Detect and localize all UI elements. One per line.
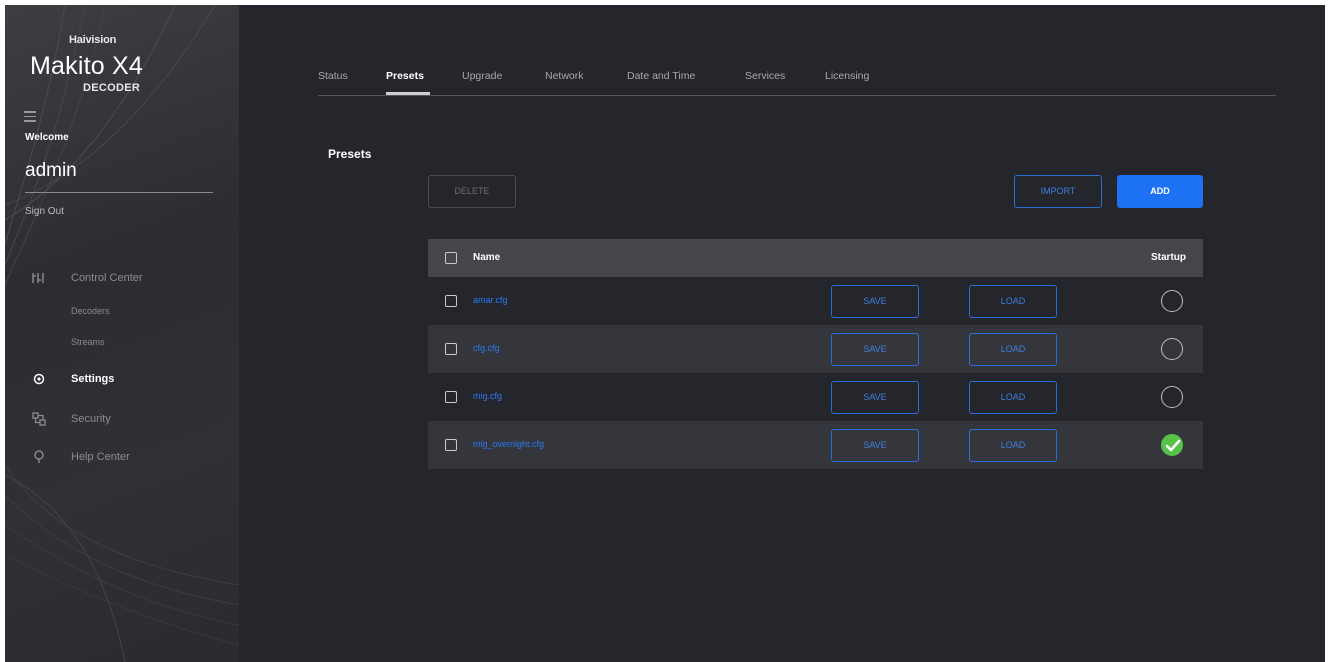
startup-radio[interactable] <box>1161 290 1183 312</box>
add-button[interactable]: ADD <box>1117 175 1203 208</box>
settings-tabs: Status Presets Upgrade Network Date and … <box>318 60 1276 96</box>
load-button[interactable]: LOAD <box>969 285 1057 318</box>
select-all-checkbox[interactable] <box>445 252 457 264</box>
app-window: Haivision Makito X4 DECODER Welcome admi… <box>5 5 1325 662</box>
sidebar-background-pattern <box>5 5 239 662</box>
row-checkbox[interactable] <box>445 391 457 403</box>
preset-name-link[interactable]: cfg.cfg <box>473 343 500 353</box>
import-button[interactable]: IMPORT <box>1014 175 1102 208</box>
gear-icon <box>33 373 45 385</box>
load-button[interactable]: LOAD <box>969 429 1057 462</box>
tab-services[interactable]: Services <box>745 70 785 82</box>
column-header-name: Name <box>473 252 501 263</box>
column-header-startup: Startup <box>1151 252 1186 263</box>
row-checkbox[interactable] <box>445 439 457 451</box>
table-row: mig.cfg SAVE LOAD <box>428 373 1203 421</box>
control-center-icon <box>32 273 44 283</box>
sidebar-item-label: Settings <box>71 373 115 385</box>
preset-name-link[interactable]: amar.cfg <box>473 295 508 305</box>
product-subtitle: DECODER <box>83 82 141 94</box>
tab-presets[interactable]: Presets <box>386 70 424 82</box>
table-row: amar.cfg SAVE LOAD <box>428 277 1203 325</box>
sidebar-item-label: Control Center <box>71 272 143 284</box>
sidebar-item-security[interactable]: Security <box>5 409 239 429</box>
tab-licensing[interactable]: Licensing <box>825 70 869 82</box>
sidebar: Haivision Makito X4 DECODER Welcome admi… <box>5 5 239 662</box>
tab-upgrade[interactable]: Upgrade <box>462 70 502 82</box>
user-divider <box>25 192 213 193</box>
sidebar-item-help-center[interactable]: Help Center <box>5 447 239 467</box>
startup-radio-selected[interactable] <box>1161 434 1183 456</box>
table-header: Name Startup <box>428 239 1203 277</box>
delete-button[interactable]: DELETE <box>428 175 516 208</box>
save-button[interactable]: SAVE <box>831 429 919 462</box>
page-title: Presets <box>328 147 372 161</box>
tab-date-and-time[interactable]: Date and Time <box>627 70 695 82</box>
username: admin <box>25 160 77 181</box>
active-tab-indicator <box>386 92 430 95</box>
sidebar-subitem-streams[interactable]: Streams <box>71 337 105 347</box>
hamburger-menu-icon[interactable] <box>24 111 36 122</box>
preset-name-link[interactable]: mig_overnight.cfg <box>473 439 544 449</box>
sidebar-item-settings[interactable]: Settings <box>5 369 239 389</box>
sidebar-item-control-center[interactable]: Control Center <box>5 268 239 288</box>
help-center-icon <box>34 450 44 463</box>
row-checkbox[interactable] <box>445 343 457 355</box>
save-button[interactable]: SAVE <box>831 285 919 318</box>
preset-name-link[interactable]: mig.cfg <box>473 391 502 401</box>
tab-status[interactable]: Status <box>318 70 348 82</box>
load-button[interactable]: LOAD <box>969 333 1057 366</box>
product-name: Makito X4 <box>30 52 143 80</box>
sidebar-subitem-decoders[interactable]: Decoders <box>71 306 110 316</box>
welcome-label: Welcome <box>25 132 69 143</box>
sign-out-link[interactable]: Sign Out <box>25 206 64 217</box>
tab-network[interactable]: Network <box>545 70 584 82</box>
checkmark-icon <box>1165 439 1181 452</box>
sidebar-item-label: Help Center <box>71 451 130 463</box>
company-logo-text: Haivision <box>69 34 117 46</box>
row-checkbox[interactable] <box>445 295 457 307</box>
load-button[interactable]: LOAD <box>969 381 1057 414</box>
security-icon <box>32 412 46 426</box>
presets-table: Name Startup amar.cfg SAVE LOAD cfg.cfg … <box>428 239 1203 469</box>
table-row: mig_overnight.cfg SAVE LOAD <box>428 421 1203 469</box>
sidebar-item-label: Security <box>71 413 111 425</box>
startup-radio[interactable] <box>1161 338 1183 360</box>
save-button[interactable]: SAVE <box>831 381 919 414</box>
startup-radio[interactable] <box>1161 386 1183 408</box>
table-row: cfg.cfg SAVE LOAD <box>428 325 1203 373</box>
save-button[interactable]: SAVE <box>831 333 919 366</box>
